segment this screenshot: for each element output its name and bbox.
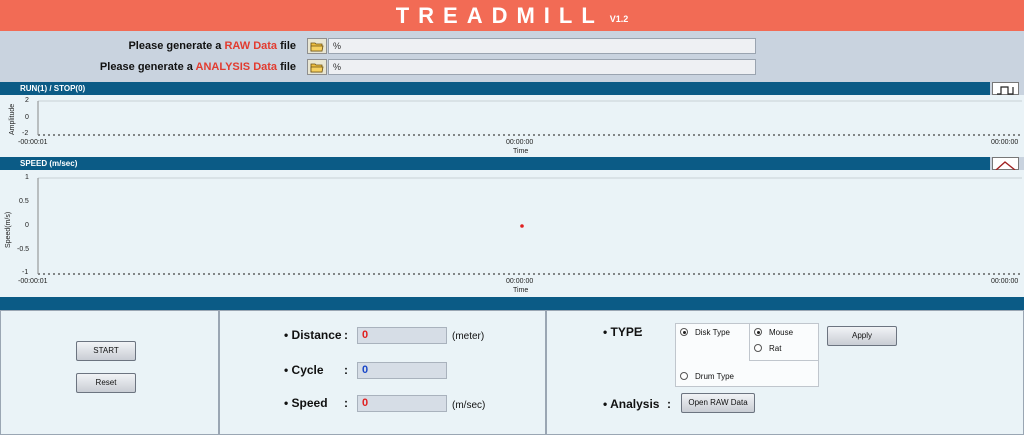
run-stop-band: RUN(1) / STOP(0) bbox=[0, 82, 990, 95]
radio-selected-icon bbox=[754, 328, 762, 336]
analysis-colon: : bbox=[667, 397, 671, 411]
analysis-file-path-input[interactable]: % bbox=[328, 59, 756, 75]
x-tick-label: 00:00:00 bbox=[991, 278, 1019, 285]
radio-unselected-icon bbox=[754, 344, 762, 352]
y-tick-label: 0 bbox=[25, 222, 29, 229]
rat-radio[interactable]: Rat bbox=[754, 344, 781, 353]
speed-unit: (m/sec) bbox=[452, 400, 486, 411]
x-tick-label: -00:00:01 bbox=[18, 278, 48, 285]
y-tick-label: 0.5 bbox=[19, 198, 29, 205]
cycle-label: • Cycle bbox=[284, 363, 324, 377]
type-colon: : bbox=[639, 325, 643, 339]
distance-colon: : bbox=[344, 328, 348, 342]
analysis-file-label: Please generate a ANALYSIS Data file bbox=[99, 61, 296, 73]
speed-series bbox=[520, 224, 524, 228]
speed-label: • Speed bbox=[284, 396, 328, 410]
path-prefix-icon: % bbox=[333, 62, 342, 72]
run-stop-chart-svg bbox=[37, 100, 1022, 136]
path-prefix-icon: % bbox=[333, 41, 342, 51]
start-button[interactable]: START bbox=[76, 341, 136, 361]
open-raw-data-button[interactable]: Open RAW Data bbox=[681, 393, 755, 413]
title-bar: TREADMILL V1.2 bbox=[0, 0, 1024, 31]
square-wave-icon[interactable] bbox=[992, 82, 1019, 95]
speed-band: SPEED (m/sec) bbox=[0, 157, 990, 170]
y-tick-label: 2 bbox=[25, 97, 29, 104]
analysis-browse-folder-icon[interactable] bbox=[307, 59, 327, 75]
distance-value-field: 0 bbox=[357, 327, 447, 344]
x-axis-label: Time bbox=[513, 148, 529, 155]
radio-unselected-icon bbox=[680, 372, 688, 380]
y-axis-label: Amplitude bbox=[9, 103, 16, 135]
analysis-label: • Analysis bbox=[603, 397, 660, 411]
raw-file-path-input[interactable]: % bbox=[328, 38, 756, 54]
y-tick-label: 1 bbox=[25, 174, 29, 181]
disk-type-radio[interactable]: Disk Type bbox=[680, 328, 730, 337]
radio-selected-icon bbox=[680, 328, 688, 336]
speed-chart: Speed(m/s) 1 0.5 0 -0.5 -1 -00:00:01 00:… bbox=[0, 170, 1024, 297]
speed-value-field: 0 bbox=[357, 395, 447, 412]
x-tick-label: 00:00:00 bbox=[991, 139, 1019, 146]
distance-label: • Distance bbox=[284, 328, 342, 342]
raw-file-label: Please generate a RAW Data file bbox=[128, 40, 296, 52]
readout-panel: • Distance : 0 (meter) • Cycle : 0 • Spe… bbox=[219, 310, 546, 435]
app-title: TREADMILL bbox=[395, 3, 604, 28]
treadmill-app: TREADMILL V1.2 Please generate a RAW Data… bbox=[0, 0, 1024, 435]
x-tick-label: 00:00:00 bbox=[506, 278, 534, 285]
app-version: V1.2 bbox=[609, 13, 629, 24]
analysis-file-row: Please generate a ANALYSIS Data file % bbox=[0, 59, 1024, 77]
x-tick-label: -00:00:01 bbox=[18, 139, 48, 146]
lower-divider-band bbox=[0, 297, 1024, 310]
raw-file-row: Please generate a RAW Data file % bbox=[0, 38, 1024, 56]
speed-colon: : bbox=[344, 396, 348, 410]
x-axis-label: Time bbox=[513, 287, 529, 294]
distance-unit: (meter) bbox=[452, 331, 485, 342]
mouse-radio[interactable]: Mouse bbox=[754, 328, 793, 337]
apply-button[interactable]: Apply bbox=[827, 326, 897, 346]
y-tick-label: -1 bbox=[22, 269, 29, 276]
raw-browse-folder-icon[interactable] bbox=[307, 38, 327, 54]
x-tick-label: 00:00:00 bbox=[506, 139, 534, 146]
type-label: • TYPE bbox=[603, 325, 642, 339]
cycle-value-field: 0 bbox=[357, 362, 447, 379]
triangle-wave-icon[interactable] bbox=[992, 157, 1019, 171]
cycle-colon: : bbox=[344, 363, 348, 377]
control-panel: START Reset bbox=[0, 310, 219, 435]
speed-data-point bbox=[520, 224, 524, 228]
type-panel: • TYPE : Disk Type Mouse Rat Drum Type A… bbox=[546, 310, 1024, 435]
y-tick-label: -0.5 bbox=[17, 246, 30, 253]
run-stop-chart: Amplitude 2 0 -2 -00:00:01 00:00:00 00:0… bbox=[0, 95, 1024, 157]
y-tick-label: -2 bbox=[22, 130, 29, 137]
y-axis-label: Speed(m/s) bbox=[5, 211, 12, 248]
reset-button[interactable]: Reset bbox=[76, 373, 136, 393]
y-tick-label: 0 bbox=[25, 114, 29, 121]
drum-type-radio[interactable]: Drum Type bbox=[680, 372, 734, 381]
